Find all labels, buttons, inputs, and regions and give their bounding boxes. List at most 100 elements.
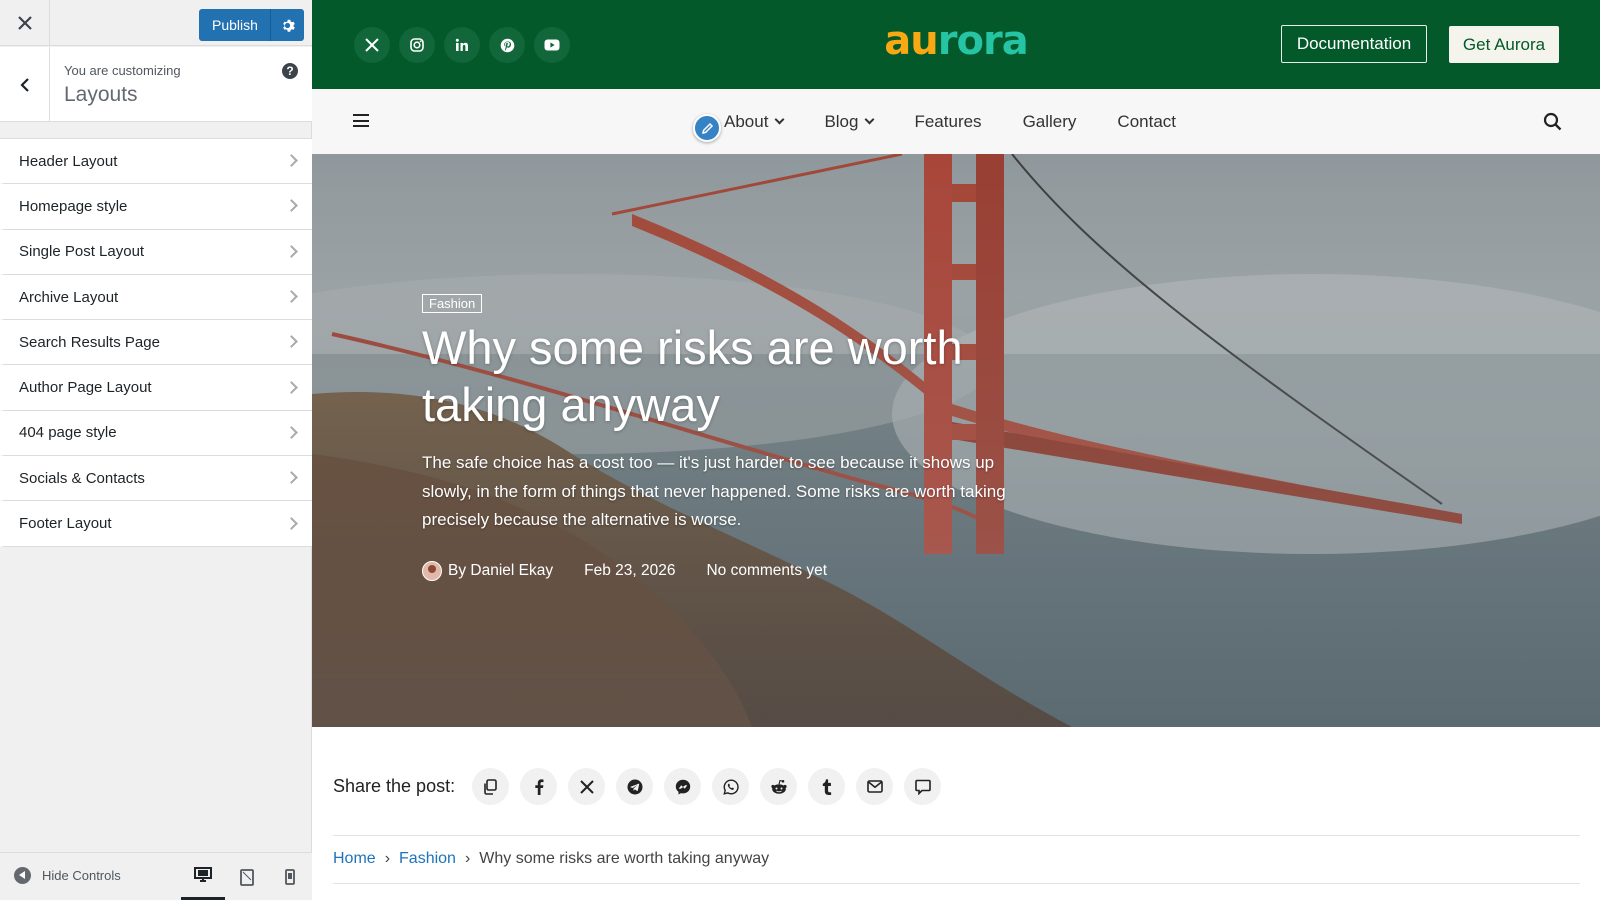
tablet-icon bbox=[240, 868, 254, 886]
chevron-right-icon bbox=[285, 380, 298, 394]
post-category-badge[interactable]: Fashion bbox=[422, 294, 483, 313]
share-messenger-button[interactable] bbox=[664, 768, 702, 805]
share-bar: Share the post: bbox=[333, 768, 952, 805]
chevron-right-icon bbox=[285, 426, 298, 439]
customizer-section-info: You are customizing Layouts ? bbox=[0, 47, 312, 122]
logo-part-2: rora bbox=[937, 18, 1029, 64]
primary-menu: About Blog Features Gallery Contact bbox=[724, 89, 1217, 154]
comment-icon bbox=[914, 779, 931, 795]
chevron-right-icon bbox=[285, 154, 298, 168]
section-title: Layouts bbox=[64, 83, 138, 106]
chevron-right-icon bbox=[285, 290, 298, 303]
post-excerpt: The safe choice has a cost too — it's ju… bbox=[422, 453, 1006, 529]
nav-label: Contact bbox=[1117, 111, 1177, 131]
breadcrumb-separator: › bbox=[464, 850, 471, 867]
publish-settings-button[interactable] bbox=[269, 9, 304, 41]
chevron-down-icon bbox=[774, 114, 785, 125]
nav-label: About bbox=[724, 111, 769, 131]
section-footer-layout[interactable]: Footer Layout bbox=[0, 501, 312, 547]
section-label: Archive Layout bbox=[19, 288, 119, 306]
search-icon[interactable] bbox=[1543, 112, 1562, 136]
top-header-bar: aurora Documentation Get Aurora bbox=[312, 0, 1600, 89]
chevron-right-icon bbox=[285, 335, 298, 349]
post-hero: Fashion Why some risks are worth taking … bbox=[312, 154, 1600, 727]
chevron-down-icon bbox=[865, 114, 875, 125]
close-icon bbox=[17, 16, 32, 30]
section-header-layout[interactable]: Header Layout bbox=[0, 139, 312, 185]
whatsapp-icon bbox=[722, 778, 739, 795]
logo-part-1: au bbox=[884, 18, 938, 64]
main-navigation-bar: About Blog Features Gallery Contact bbox=[312, 89, 1600, 154]
chevron-right-icon bbox=[285, 199, 298, 213]
share-label: Share the post: bbox=[333, 776, 456, 796]
section-homepage-style[interactable]: Homepage style bbox=[0, 184, 312, 230]
device-tablet-button[interactable] bbox=[225, 853, 269, 900]
documentation-button[interactable]: Documentation bbox=[1281, 25, 1427, 63]
edit-shortcut-pencil-icon[interactable] bbox=[693, 114, 721, 142]
back-button[interactable] bbox=[0, 47, 50, 122]
share-tumblr-button[interactable] bbox=[808, 768, 846, 805]
nav-label: Features bbox=[914, 111, 982, 131]
nav-item-blog[interactable]: Blog bbox=[824, 111, 875, 132]
hide-controls-label: Hide Controls bbox=[42, 868, 121, 883]
collapse-icon bbox=[14, 867, 31, 884]
chevron-right-icon bbox=[285, 516, 298, 530]
chevron-right-icon bbox=[285, 471, 298, 485]
share-whatsapp-button[interactable] bbox=[712, 768, 750, 805]
nav-item-gallery[interactable]: Gallery bbox=[1023, 112, 1077, 132]
mobile-icon bbox=[285, 869, 295, 885]
share-reddit-button[interactable] bbox=[760, 768, 798, 805]
nav-item-about[interactable]: About bbox=[724, 111, 785, 132]
nav-label: Gallery bbox=[1022, 111, 1077, 131]
breadcrumb-current: Why some risks are worth taking anyway bbox=[479, 850, 770, 867]
chevron-left-icon bbox=[19, 77, 29, 92]
section-author-page-layout[interactable]: Author Page Layout bbox=[0, 365, 312, 411]
post-date: Feb 23, 2026 bbox=[584, 561, 676, 579]
author-avatar[interactable] bbox=[422, 560, 442, 581]
email-icon bbox=[866, 780, 883, 793]
messenger-icon bbox=[675, 779, 690, 794]
breadcrumb-home[interactable]: Home bbox=[333, 850, 376, 868]
breadcrumb-category[interactable]: Fashion bbox=[399, 850, 456, 868]
get-aurora-button[interactable]: Get Aurora bbox=[1449, 26, 1559, 63]
nav-item-contact[interactable]: Contact bbox=[1117, 112, 1176, 132]
share-x-button[interactable] bbox=[568, 768, 606, 805]
divider bbox=[333, 883, 1580, 884]
section-search-results-page[interactable]: Search Results Page bbox=[0, 320, 312, 366]
nav-label: Blog bbox=[824, 111, 859, 131]
site-preview: aurora Documentation Get Aurora About Bl… bbox=[312, 0, 1600, 900]
device-mobile-button[interactable] bbox=[268, 853, 312, 900]
share-email-button[interactable] bbox=[856, 768, 894, 805]
nav-item-features[interactable]: Features bbox=[914, 112, 981, 132]
x-icon bbox=[579, 779, 594, 794]
section-label: 404 page style bbox=[19, 424, 117, 442]
hide-controls-button[interactable]: Hide Controls bbox=[14, 867, 121, 884]
close-customizer-button[interactable] bbox=[0, 0, 50, 46]
section-label: Header Layout bbox=[19, 152, 118, 170]
customizer-section-list: Header Layout Homepage style Single Post… bbox=[0, 138, 312, 547]
breadcrumb-separator: › bbox=[384, 850, 391, 867]
section-label: Homepage style bbox=[19, 197, 128, 215]
divider bbox=[333, 835, 1580, 836]
breadcrumb: Home › Fashion › Why some risks are wort… bbox=[333, 850, 769, 868]
reddit-icon bbox=[770, 779, 787, 794]
customizer-footer: Hide Controls bbox=[0, 852, 312, 900]
post-meta: By Daniel Ekay Feb 23, 2026 No comments … bbox=[422, 560, 1022, 581]
help-icon[interactable]: ? bbox=[282, 63, 298, 79]
publish-button[interactable]: Publish bbox=[199, 9, 270, 41]
device-desktop-button[interactable] bbox=[181, 853, 225, 900]
section-single-post-layout[interactable]: Single Post Layout bbox=[0, 229, 312, 275]
post-author[interactable]: By Daniel Ekay bbox=[448, 562, 553, 580]
section-404-page-style[interactable]: 404 page style bbox=[0, 410, 312, 457]
menu-toggle-icon[interactable] bbox=[353, 114, 369, 127]
post-comments-link[interactable]: No comments yet bbox=[706, 562, 827, 580]
share-comment-button[interactable] bbox=[904, 768, 942, 805]
customizing-label: You are customizing bbox=[64, 63, 181, 78]
share-copy-link-button[interactable] bbox=[472, 768, 510, 805]
section-socials-contacts[interactable]: Socials & Contacts bbox=[0, 456, 312, 502]
share-facebook-button[interactable] bbox=[520, 768, 558, 805]
share-telegram-button[interactable] bbox=[616, 768, 654, 805]
section-label: Socials & Contacts bbox=[19, 469, 145, 487]
section-archive-layout[interactable]: Archive Layout bbox=[0, 274, 312, 321]
facebook-icon bbox=[534, 778, 544, 795]
